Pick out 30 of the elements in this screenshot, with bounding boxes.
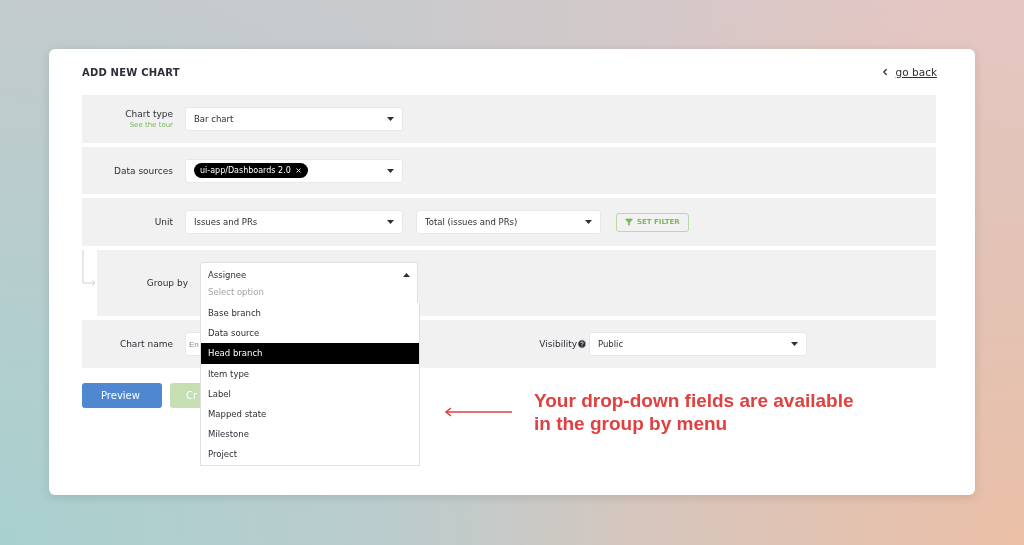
arrow-left-icon — [445, 407, 513, 417]
select-value: Assignee — [208, 269, 247, 280]
caret-icon — [387, 220, 394, 224]
source-tag[interactable]: ui-app/Dashboards 2.0 — [194, 163, 308, 178]
field-label: Chart name — [119, 339, 173, 349]
connector-line — [82, 250, 97, 287]
aggregate-select[interactable]: Total (issues and PRs) — [416, 210, 601, 234]
preview-button[interactable]: Preview — [82, 383, 162, 408]
field-label: Chart type — [125, 109, 173, 119]
caret-icon — [791, 342, 798, 346]
chart-type-select[interactable]: Bar chart — [185, 107, 403, 131]
option-search-field[interactable]: Select option — [208, 286, 410, 297]
field-label: Visibility — [539, 339, 577, 349]
help-icon[interactable] — [577, 339, 587, 349]
field-label: Group by — [146, 278, 188, 288]
unit-select[interactable]: Issues and PRs — [185, 210, 403, 234]
page-title: ADD NEW CHART — [82, 66, 180, 78]
annotation-text: Your drop-down fields are available in the group by menu — [534, 389, 855, 435]
data-sources-select[interactable]: ui-app/Dashboards 2.0 — [185, 158, 403, 183]
caret-icon — [387, 168, 394, 173]
visibility-select[interactable]: Public — [589, 332, 807, 356]
caret-icon — [403, 272, 410, 277]
back-link[interactable]: go back — [879, 66, 937, 78]
field-label: Data sources — [114, 165, 173, 176]
menu-option[interactable]: Head branch — [201, 343, 419, 364]
caret-icon — [585, 220, 592, 224]
filter-icon — [625, 218, 633, 226]
remove-icon[interactable] — [294, 167, 302, 174]
field-label: Unit — [154, 217, 173, 227]
caret-icon — [387, 117, 394, 121]
